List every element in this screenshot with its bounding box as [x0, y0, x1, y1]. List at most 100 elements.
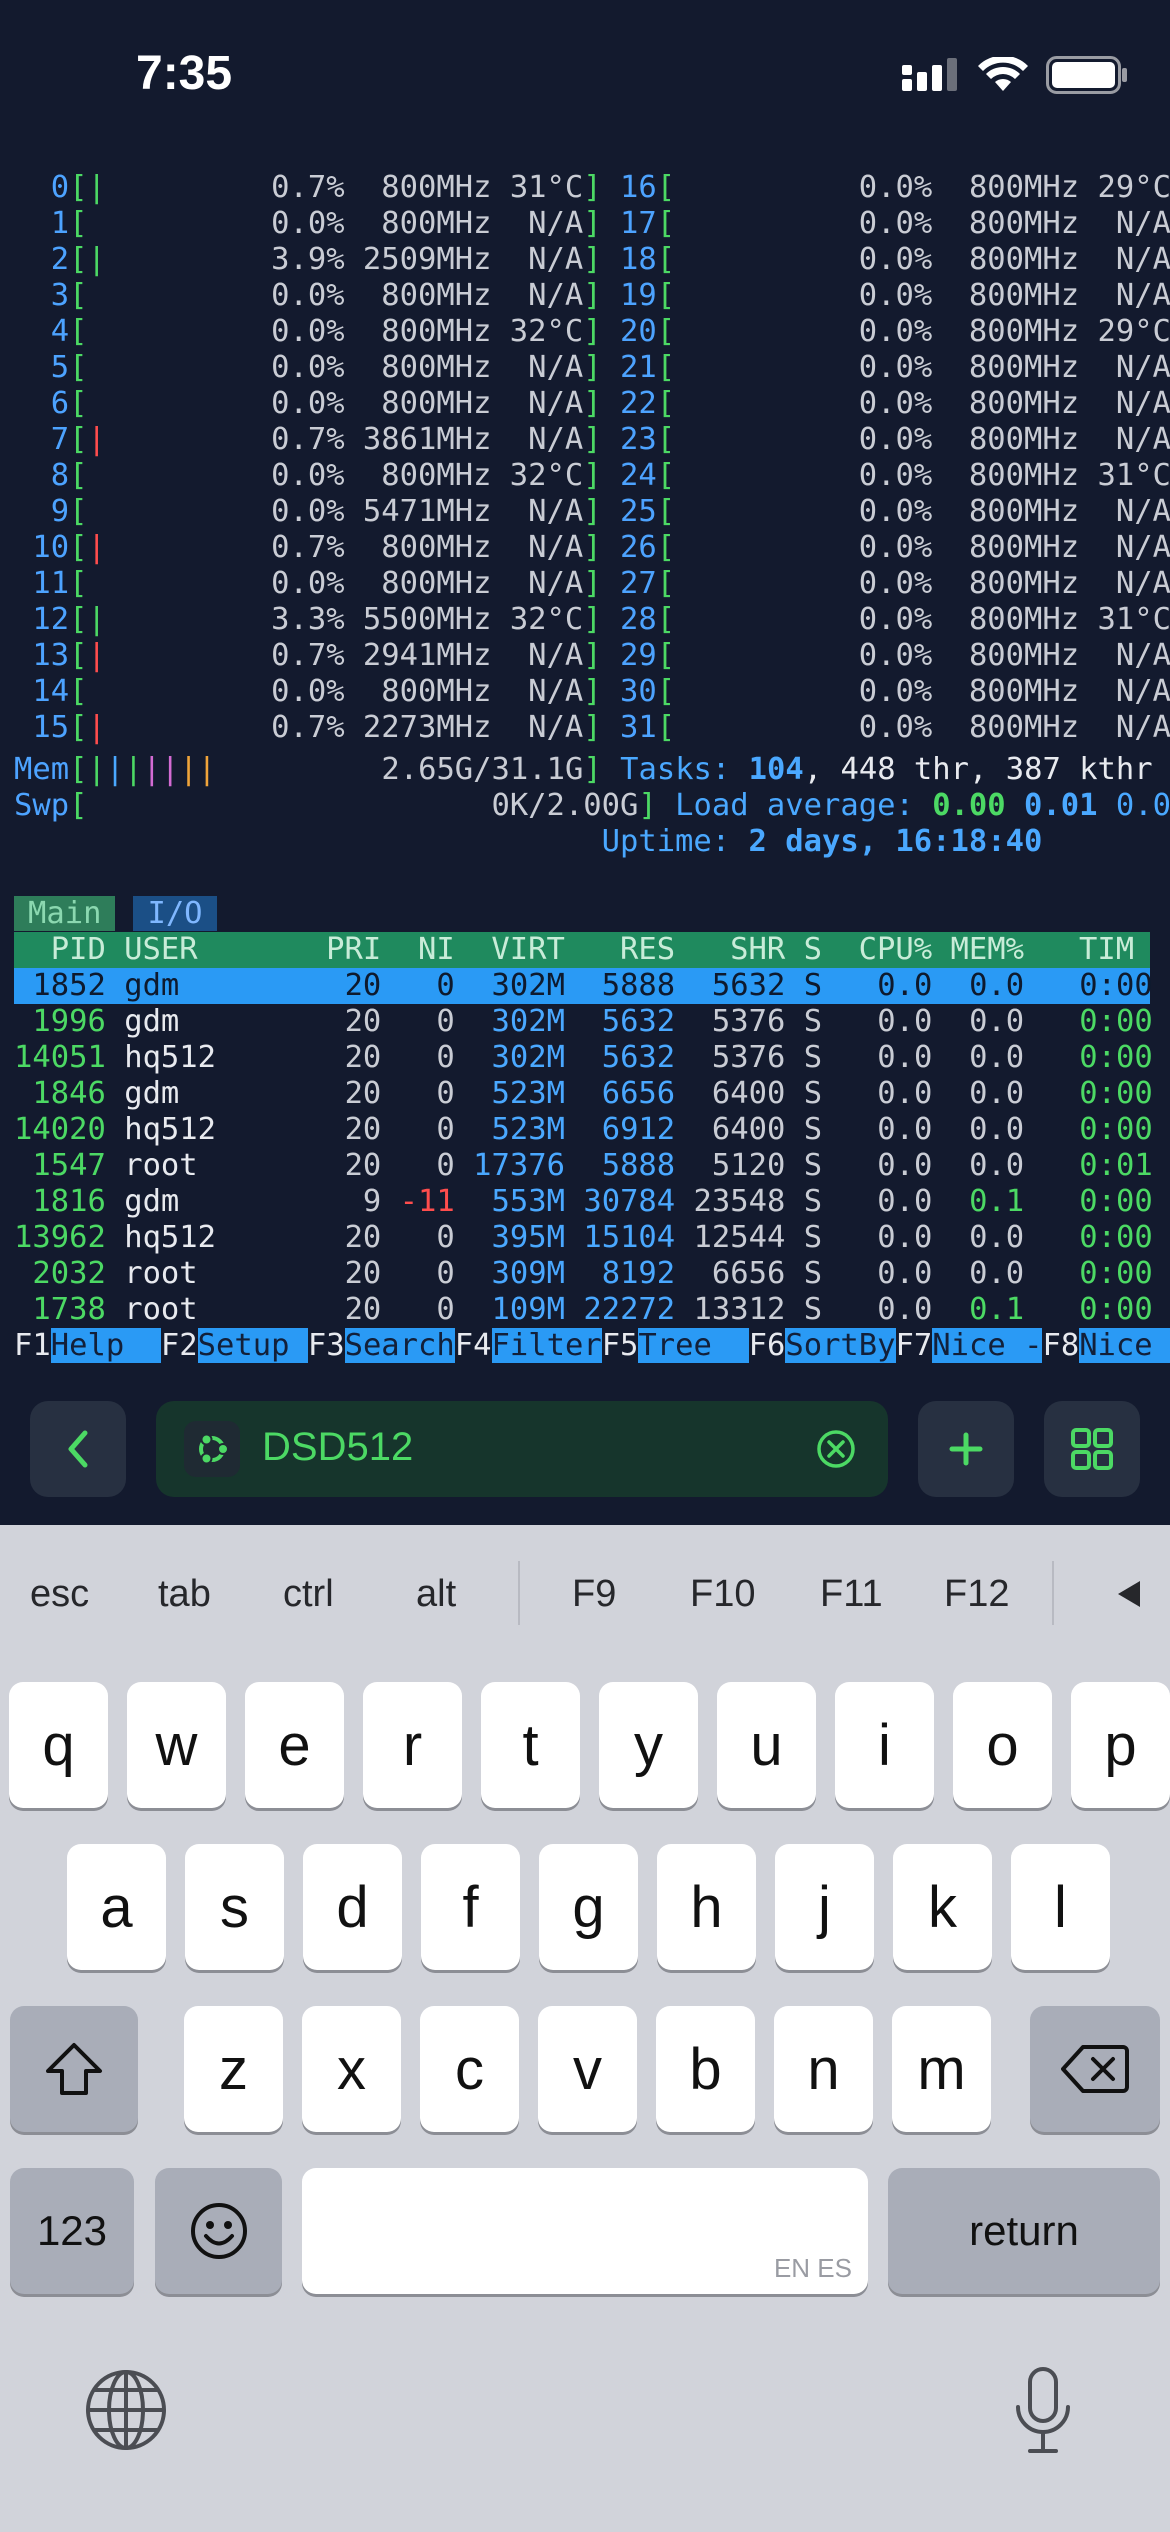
- cpu-id: 9: [14, 494, 70, 529]
- key-v[interactable]: v: [538, 2006, 637, 2132]
- mem-label: Mem: [14, 752, 70, 787]
- space-key[interactable]: EN ES: [302, 2168, 868, 2294]
- cpu-id: 6: [14, 386, 70, 421]
- globe-icon[interactable]: [84, 2368, 168, 2452]
- cpu-meter-row: 6[ 0.0% 800MHz N/A] 22[ 0.0% 800MHz N/A]: [14, 386, 1170, 421]
- key-h[interactable]: h: [657, 1844, 756, 1970]
- cpu-stats: 0.0% 800MHz 32°C: [87, 314, 584, 349]
- key-j[interactable]: j: [775, 1844, 874, 1970]
- key-z[interactable]: z: [184, 2006, 283, 2132]
- return-key[interactable]: return: [888, 2168, 1160, 2294]
- fkey-help[interactable]: Help: [50, 1328, 161, 1363]
- cpu-meter-row: 12[| 3.3% 5500MHz 32°C] 28[ 0.0% 800MHz …: [14, 602, 1170, 637]
- process-row[interactable]: 1738 root 20 0 109M 22272 13312 S 0.0 0.…: [14, 1292, 1152, 1328]
- host-name: DSD512: [262, 1425, 414, 1469]
- clear-icon[interactable]: [816, 1429, 856, 1469]
- cpu-stats: 0.0% 800MHz 31°C: [675, 458, 1170, 493]
- tab-key[interactable]: tab: [158, 1573, 211, 1616]
- microphone-icon[interactable]: [1010, 2365, 1076, 2457]
- numbers-key[interactable]: 123: [10, 2168, 134, 2294]
- key-t[interactable]: t: [481, 1682, 580, 1808]
- esc-key[interactable]: esc: [30, 1573, 89, 1616]
- key-u[interactable]: u: [717, 1682, 816, 1808]
- fkey-filter[interactable]: Filter: [491, 1328, 602, 1363]
- sessions-grid-button[interactable]: [1044, 1401, 1140, 1497]
- key-s[interactable]: s: [185, 1844, 284, 1970]
- fkey-setup[interactable]: Setup: [197, 1328, 308, 1363]
- key-n[interactable]: n: [774, 2006, 873, 2132]
- key-q[interactable]: q: [9, 1682, 108, 1808]
- fkey-number: F5: [601, 1328, 639, 1363]
- emoji-key[interactable]: [155, 2168, 282, 2294]
- key-y[interactable]: y: [599, 1682, 698, 1808]
- cpu-meter-row: 3[ 0.0% 800MHz N/A] 19[ 0.0% 800MHz N/A]: [14, 278, 1170, 313]
- shift-icon: [46, 2043, 102, 2095]
- process-row[interactable]: 1846 gdm 20 0 523M 6656 6400 S 0.0 0.0 0…: [14, 1076, 1152, 1112]
- key-p[interactable]: p: [1071, 1682, 1170, 1808]
- ctrl-key[interactable]: ctrl: [283, 1573, 334, 1616]
- process-table-header[interactable]: PID USER PRI NI VIRT RES SHR S CPU% MEM%…: [14, 932, 1150, 968]
- key-b[interactable]: b: [656, 2006, 755, 2132]
- cpu-meter-row: 2[| 3.9% 2509MHz N/A] 18[ 0.0% 800MHz N/…: [14, 242, 1170, 277]
- key-r[interactable]: r: [363, 1682, 462, 1808]
- backspace-icon: [1061, 2045, 1129, 2093]
- tab-main[interactable]: Main: [14, 896, 116, 931]
- key-l[interactable]: l: [1011, 1844, 1110, 1970]
- fkey-nice[interactable]: Nice -: [932, 1328, 1043, 1363]
- chevron-left-icon: [68, 1430, 88, 1468]
- process-row[interactable]: 1816 gdm 9 -11 553M 30784 23548 S 0.0 0.…: [14, 1184, 1152, 1220]
- key-o[interactable]: o: [953, 1682, 1052, 1808]
- shift-key[interactable]: [10, 2006, 138, 2132]
- backspace-key[interactable]: [1030, 2006, 1160, 2132]
- process-row[interactable]: 1852 gdm 20 0 302M 5888 5632 S 0.0 0.0 0…: [14, 968, 1153, 1004]
- mem-value: 2.65G/31.1G: [381, 752, 584, 787]
- cpu-id: 8: [14, 458, 70, 493]
- back-button[interactable]: [30, 1401, 126, 1497]
- host-field[interactable]: DSD512: [156, 1401, 888, 1497]
- collapse-left-icon[interactable]: [1114, 1579, 1142, 1609]
- cpu-stats: 0.0% 800MHz N/A: [87, 206, 584, 241]
- cpu-id: 27: [620, 566, 657, 601]
- cpu-bar: |: [87, 638, 106, 673]
- key-c[interactable]: c: [420, 2006, 519, 2132]
- cpu-id: 7: [14, 422, 70, 457]
- key-d[interactable]: d: [303, 1844, 402, 1970]
- key-i[interactable]: i: [835, 1682, 934, 1808]
- fkey-tree[interactable]: Tree: [638, 1328, 749, 1363]
- cpu-id: 0: [14, 170, 70, 205]
- process-row[interactable]: 14051 hq512 20 0 302M 5632 5376 S 0.0 0.…: [14, 1040, 1153, 1076]
- fkey-search[interactable]: Search: [344, 1328, 455, 1363]
- alt-key[interactable]: alt: [416, 1573, 456, 1616]
- f12-key[interactable]: F12: [944, 1573, 1009, 1616]
- cpu-id: 31: [620, 710, 657, 745]
- terminal-view[interactable]: 0[| 0.7% 800MHz 31°C] 16[ 0.0% 800MHz 29…: [0, 160, 1170, 1375]
- fkey-sortby[interactable]: SortBy: [785, 1328, 896, 1363]
- load-5: 0.01: [1024, 788, 1098, 823]
- f11-key[interactable]: F11: [820, 1573, 883, 1616]
- key-w[interactable]: w: [127, 1682, 226, 1808]
- fkey-number: F7: [895, 1328, 933, 1363]
- key-g[interactable]: g: [539, 1844, 638, 1970]
- key-f[interactable]: f: [421, 1844, 520, 1970]
- tab-io[interactable]: I/O: [133, 896, 217, 931]
- cpu-bar: |: [87, 422, 106, 457]
- key-e[interactable]: e: [245, 1682, 344, 1808]
- add-button[interactable]: [918, 1401, 1014, 1497]
- process-row[interactable]: 14020 hq512 20 0 523M 6912 6400 S 0.0 0.…: [14, 1112, 1153, 1148]
- key-a[interactable]: a: [67, 1844, 166, 1970]
- process-row[interactable]: 2032 root 20 0 309M 8192 6656 S 0.0 0.0 …: [14, 1256, 1152, 1292]
- key-k[interactable]: k: [893, 1844, 992, 1970]
- key-m[interactable]: m: [892, 2006, 991, 2132]
- grid-icon: [1071, 1428, 1113, 1470]
- f9-key[interactable]: F9: [572, 1573, 616, 1616]
- load-1: 0.00: [932, 788, 1006, 823]
- key-x[interactable]: x: [302, 2006, 401, 2132]
- process-row[interactable]: 1996 gdm 20 0 302M 5632 5376 S 0.0 0.0 0…: [14, 1004, 1152, 1040]
- cpu-stats: 0.0% 800MHz 29°C: [675, 170, 1170, 205]
- process-row[interactable]: 13962 hq512 20 0 395M 15104 12544 S 0.0 …: [14, 1220, 1153, 1256]
- cpu-bar: |: [87, 710, 106, 745]
- fkey-nice[interactable]: Nice: [1079, 1328, 1170, 1363]
- process-row[interactable]: 1547 root 20 0 17376 5888 5120 S 0.0 0.0…: [14, 1148, 1152, 1184]
- f10-key[interactable]: F10: [690, 1573, 755, 1616]
- swp-label: Swp: [14, 788, 70, 823]
